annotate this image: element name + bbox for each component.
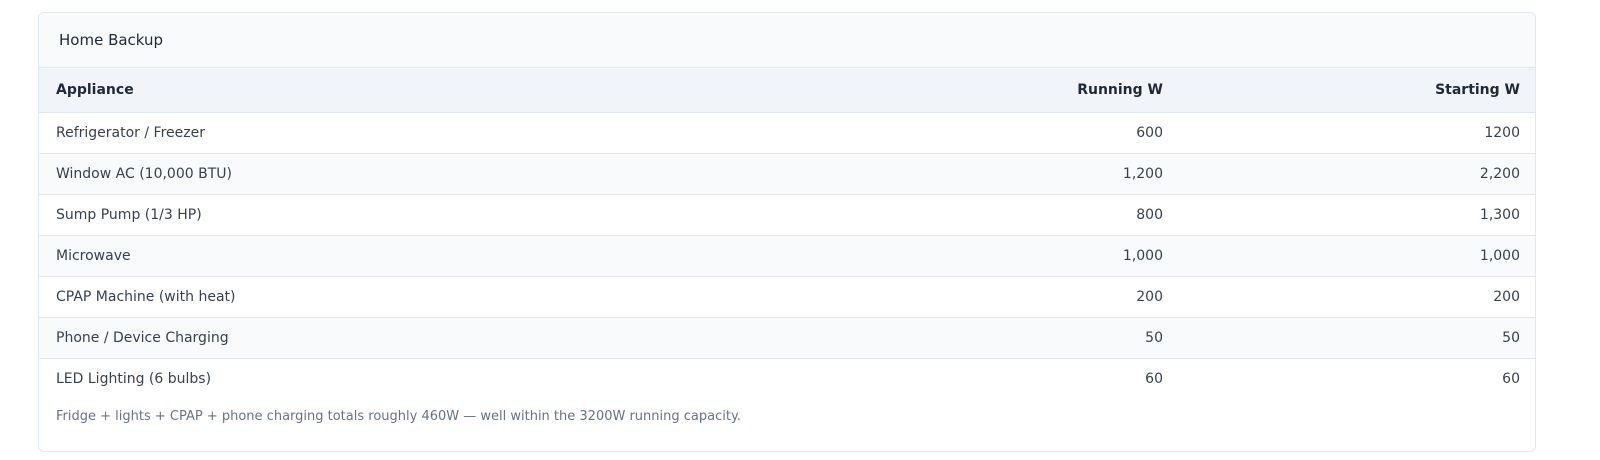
table-row: CPAP Machine (with heat) 200 200 [39,276,1535,317]
appliance-cell: Phone / Device Charging [56,329,229,346]
running-watts-cell: 60 [1145,370,1163,387]
running-watts-cell: 1,200 [1122,165,1163,182]
running-watts-cell: 800 [1136,206,1163,223]
appliance-cell: LED Lighting (6 bulbs) [56,370,212,387]
table-row: Window AC (10,000 BTU) 1,200 2,200 [39,153,1535,194]
running-watts-cell: 600 [1136,124,1163,141]
column-header-starting-watts: Starting W [1189,68,1535,113]
table-row: Sump Pump (1/3 HP) 800 1,300 [39,194,1535,235]
appliance-cell: Window AC (10,000 BTU) [56,165,232,182]
appliance-cell: Microwave [56,247,131,264]
home-backup-card: Home Backup Appliance Running W Starting… [38,12,1536,452]
table-header-row: Appliance Running W Starting W [39,68,1535,113]
running-watts-cell: 1,000 [1122,247,1163,264]
table-row: Phone / Device Charging 50 50 [39,317,1535,358]
starting-watts-cell: 1200 [1484,124,1520,141]
column-header-appliance: Appliance [39,68,809,113]
appliance-cell: Sump Pump (1/3 HP) [56,206,202,223]
starting-watts-cell: 1,000 [1479,247,1520,264]
starting-watts-cell: 50 [1502,329,1520,346]
appliance-cell: Refrigerator / Freezer [56,124,205,141]
appliance-table: Appliance Running W Starting W Refrigera… [39,68,1535,399]
capacity-footnote: Fridge + lights + CPAP + phone charging … [56,409,741,424]
table-row: Refrigerator / Freezer 600 1200 [39,112,1535,153]
table-row: LED Lighting (6 bulbs) 60 60 [39,358,1535,399]
column-header-running-watts: Running W [809,68,1189,113]
card-title: Home Backup [39,13,1535,68]
table-row: Microwave 1,000 1,000 [39,235,1535,276]
running-watts-cell: 50 [1145,329,1163,346]
starting-watts-cell: 200 [1493,288,1520,305]
starting-watts-cell: 60 [1502,370,1520,387]
running-watts-cell: 200 [1136,288,1163,305]
appliance-cell: CPAP Machine (with heat) [56,288,236,305]
starting-watts-cell: 2,200 [1479,165,1520,182]
starting-watts-cell: 1,300 [1479,206,1520,223]
